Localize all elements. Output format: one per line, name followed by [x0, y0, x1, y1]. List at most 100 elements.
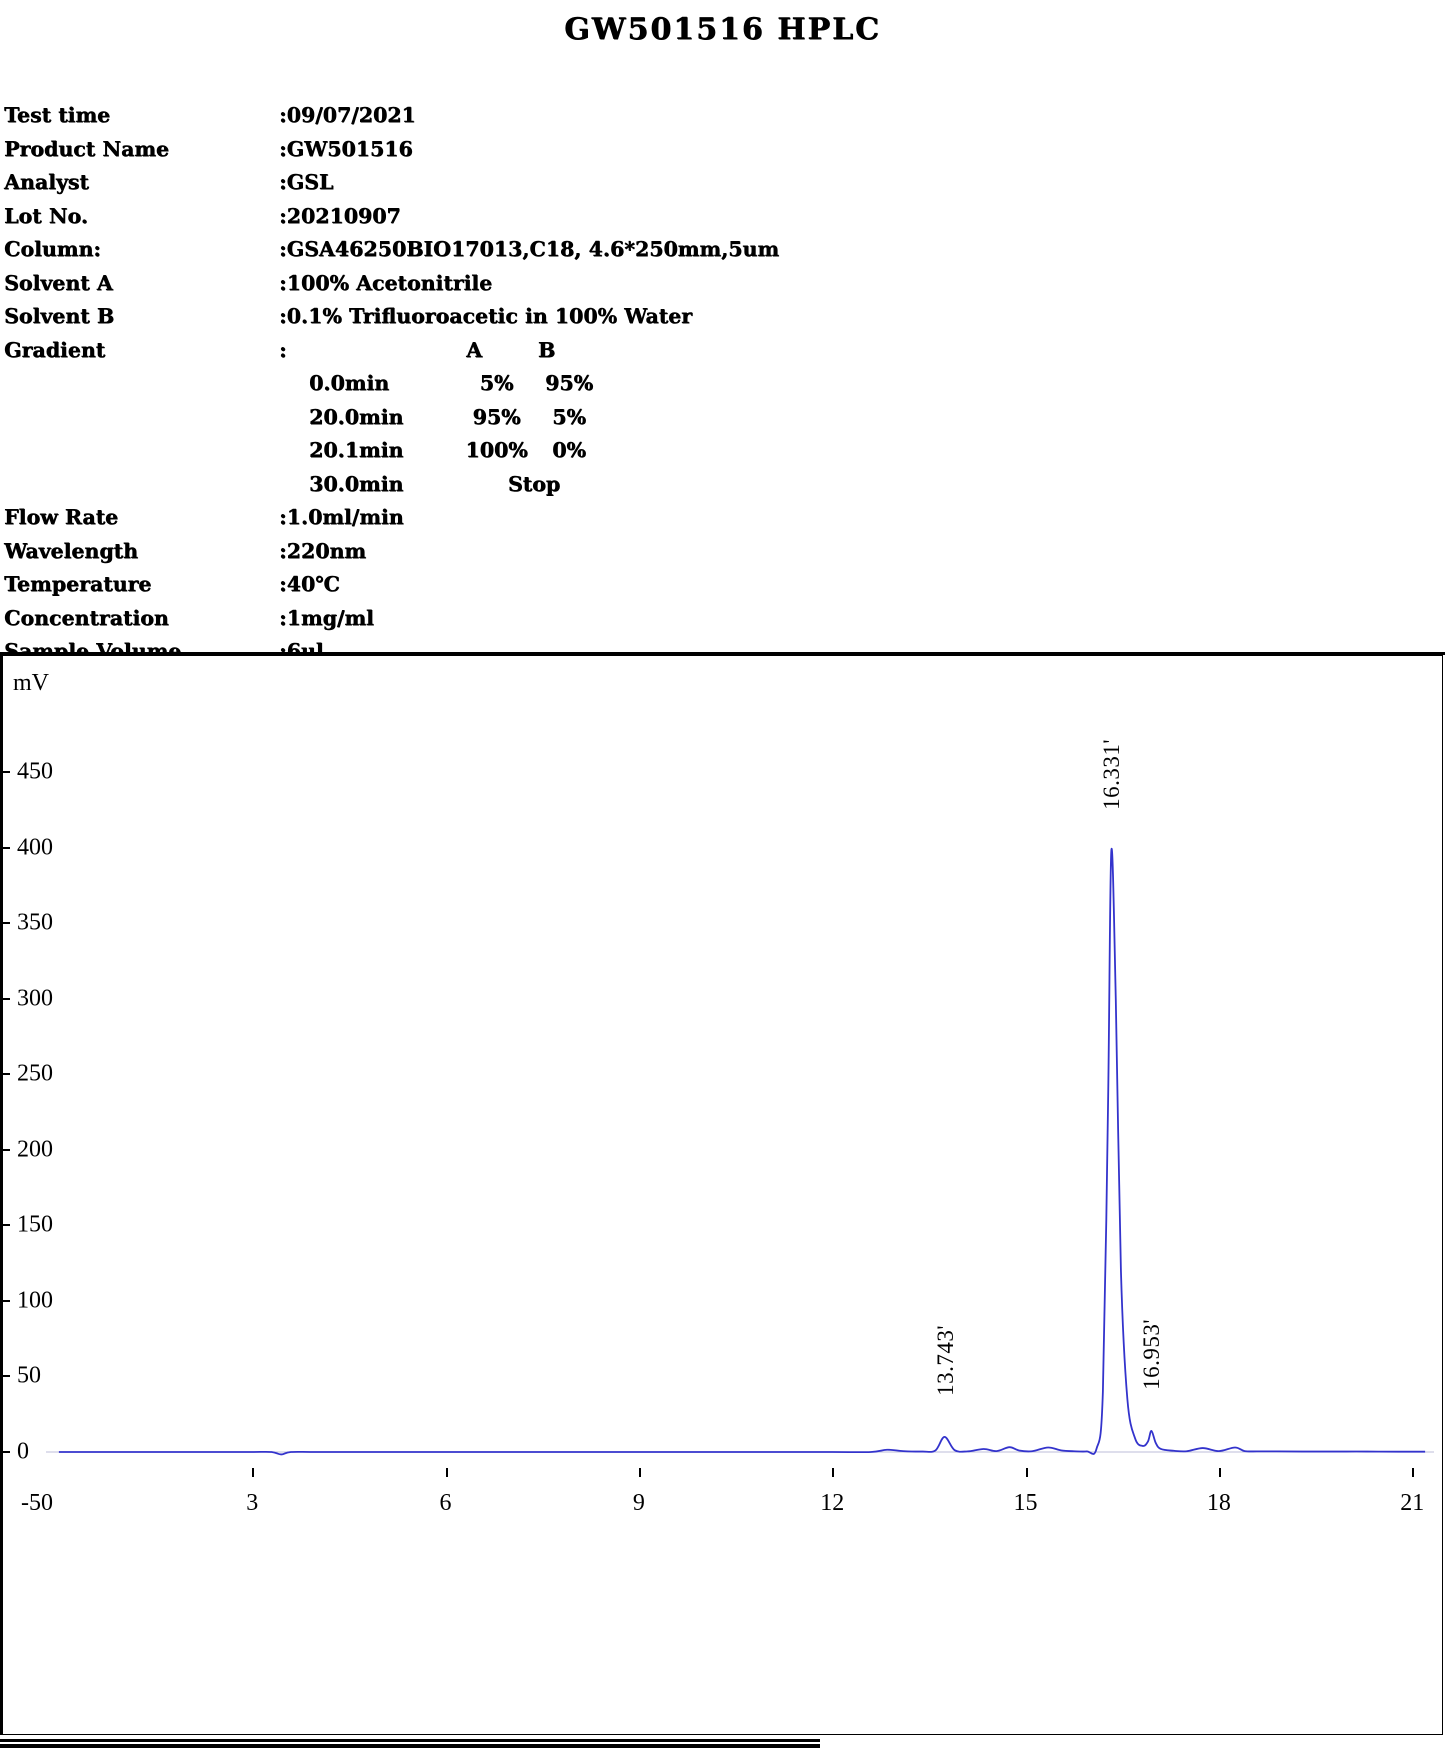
- y-axis-tick-mark: [1, 1375, 10, 1378]
- page-title: GW501516 HPLC: [564, 12, 881, 47]
- gradient-step: 20.0min 95% 5%: [279, 401, 1379, 435]
- x-axis-tick-label: 6: [439, 1490, 452, 1516]
- x-axis-tick-label: 21: [1400, 1490, 1425, 1516]
- table-row: Lot No. :20210907: [4, 200, 1379, 234]
- y-axis-tick-label: 250: [17, 1060, 53, 1087]
- x-axis-tick-label: -50: [21, 1490, 53, 1516]
- table-row: Analyst :GSL: [4, 166, 1379, 200]
- table-row: Solvent A :100% Acetonitrile: [4, 267, 1379, 301]
- x-axis-tick-label: 9: [632, 1490, 645, 1516]
- y-axis-tick-mark: [1, 1148, 10, 1151]
- peak-retention-label: 16.331': [1099, 738, 1125, 810]
- scrollbar-line-top: [0, 1739, 820, 1742]
- y-axis-tick-label: 300: [17, 985, 53, 1012]
- y-axis-tick-label: 200: [17, 1136, 53, 1163]
- report-header-panel: GW501516 HPLC Test time :09/07/2021 Prod…: [0, 0, 1445, 663]
- y-axis-tick-label: 50: [17, 1362, 41, 1389]
- x-axis-tick-label: 3: [246, 1490, 259, 1516]
- info-label: Column:: [4, 237, 101, 261]
- gradient-header-row: : A B: [279, 334, 1379, 368]
- x-axis-tick-mark: [638, 1468, 641, 1477]
- y-axis-tick-mark: [1, 771, 10, 774]
- x-axis-tick-mark: [1218, 1468, 1221, 1477]
- gradient-head-b: B: [537, 337, 556, 362]
- table-row-gradient-step: 20.0min 95% 5%: [4, 401, 1379, 435]
- info-label: Lot No.: [4, 203, 88, 228]
- y-axis-tick-label: 450: [17, 758, 53, 785]
- peak-retention-label: 16.953': [1139, 1318, 1165, 1390]
- table-row: Solvent B :0.1% Trifluoroacetic in 100% …: [4, 300, 1379, 334]
- chromatogram-trace-svg: [1, 656, 1434, 1734]
- table-row: Temperature :40℃: [4, 568, 1379, 602]
- info-label: Test time: [4, 103, 111, 127]
- x-axis-tick-label: 12: [820, 1490, 845, 1516]
- gradient-step-b: 0%: [552, 438, 586, 462]
- gradient-step-spacer: [4, 367, 279, 401]
- peak-retention-label: 13.743': [932, 1324, 958, 1396]
- info-label: Wavelength: [4, 538, 138, 563]
- y-axis-tick-mark: [1, 1224, 10, 1227]
- table-row: Column: :GSA46250BIO17013,C18, 4.6*250mm…: [4, 233, 1379, 267]
- x-axis-tick-mark: [252, 1468, 255, 1477]
- info-label: Temperature: [4, 572, 152, 596]
- info-label: Analyst: [4, 170, 89, 194]
- gradient-step-a: 100%: [465, 438, 528, 462]
- info-label: Solvent B: [4, 304, 115, 328]
- info-label: Solvent A: [4, 270, 113, 295]
- gradient-step-spacer: [4, 401, 279, 435]
- gradient-step: 0.0min 5% 95%: [279, 367, 1379, 401]
- scrollbar-line-bottom: [0, 1744, 820, 1748]
- scrollbar-track[interactable]: [0, 1739, 820, 1749]
- table-row: Flow Rate :1.0ml/min: [4, 501, 1379, 535]
- gradient-step-time: 0.0min: [309, 371, 390, 395]
- gradient-stop: 30.0min Stop: [279, 468, 1379, 502]
- chromatogram-plot: mV 450 400 350 300 250 200 150 100 50 0 -50 3 6 9 12 15…: [1, 656, 1442, 1734]
- y-axis-tick-mark: [1, 1451, 10, 1453]
- info-value: :GSA46250BIO17013,C18, 4.6*250mm,5um: [279, 237, 780, 261]
- table-row: Product Name :GW501516: [4, 133, 1379, 167]
- x-axis-tick-mark: [1025, 1468, 1028, 1477]
- table-row-gradient-stop: 30.0min Stop: [4, 468, 1379, 502]
- table-row: Concentration :1mg/ml: [4, 602, 1379, 636]
- gradient-step-time: 20.1min: [309, 438, 404, 462]
- table-row-gradient-step: 0.0min 5% 95%: [4, 367, 1379, 401]
- gradient-step-a: 95%: [472, 404, 521, 429]
- x-axis-tick-label: 18: [1206, 1490, 1231, 1516]
- info-label: Product Name: [4, 136, 169, 161]
- gradient-step-b: 95%: [544, 371, 593, 395]
- x-axis-tick-mark: [832, 1468, 835, 1477]
- y-axis-tick-label: 400: [17, 834, 53, 861]
- info-value: :220nm: [279, 538, 366, 563]
- gradient-step-time: 20.0min: [309, 404, 404, 429]
- info-value: :0.1% Trifluoroacetic in 100% Water: [279, 304, 692, 328]
- table-row: Wavelength :220nm: [4, 535, 1379, 569]
- x-axis-tick-mark: [445, 1468, 448, 1477]
- info-label: Flow Rate: [4, 505, 119, 529]
- gradient-label: Gradient: [4, 337, 106, 362]
- gradient-stop-text: Stop: [507, 471, 561, 496]
- gradient-step: 20.1min 100% 0%: [279, 434, 1379, 468]
- gradient-step-a: 5%: [479, 371, 514, 395]
- info-value: :1mg/ml: [279, 605, 374, 630]
- info-value: :40℃: [279, 572, 340, 596]
- gradient-stop-spacer: [4, 468, 279, 502]
- info-value: :1.0ml/min: [279, 505, 404, 529]
- gradient-step-b: 5%: [552, 404, 586, 429]
- y-axis-tick-mark: [1, 1299, 10, 1302]
- y-axis-tick-label: 350: [17, 909, 53, 936]
- info-value: :09/07/2021: [279, 103, 416, 127]
- chromatogram-panel: mV 450 400 350 300 250 200 150 100 50 0 -50 3 6 9 12 15…: [0, 655, 1443, 1735]
- gradient-head-a: A: [466, 337, 483, 362]
- info-value: :100% Acetonitrile: [279, 270, 493, 295]
- x-axis-tick-label: 15: [1013, 1490, 1038, 1516]
- report-info-table: Test time :09/07/2021 Product Name :GW50…: [4, 99, 1379, 669]
- y-axis-tick-mark: [1, 997, 10, 1000]
- gradient-stop-time: 30.0min: [309, 471, 404, 496]
- x-axis-tick-mark: [1412, 1468, 1415, 1477]
- table-row-gradient-header: Gradient : A B: [4, 334, 1379, 368]
- info-value: :GSL: [279, 170, 334, 194]
- info-label: Concentration: [4, 605, 169, 630]
- gradient-step-spacer: [4, 434, 279, 468]
- chromatogram-trace: [58, 847, 1426, 1456]
- info-value: :20210907: [279, 203, 401, 228]
